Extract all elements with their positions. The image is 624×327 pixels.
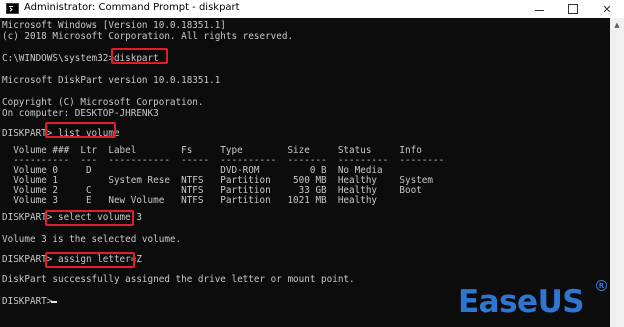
console-line: On computer: DESKTOP-JHRENK3 xyxy=(2,108,159,119)
console-line: (c) 2018 Microsoft Corporation. All righ… xyxy=(2,31,294,42)
highlight-assign-letter-command xyxy=(45,252,135,268)
console-line: Volume 3 is the selected volume. xyxy=(2,234,182,245)
minimize-button[interactable] xyxy=(522,0,556,18)
registered-trademark-icon: R xyxy=(596,280,607,291)
highlight-diskpart-command xyxy=(111,48,168,64)
scroll-up-arrow-icon[interactable]: ▲ xyxy=(610,18,624,32)
easeus-logo-text: EaseUS xyxy=(458,284,585,320)
command-prompt-window: Administrator: Command Prompt - diskpart… xyxy=(0,0,624,327)
highlight-select-volume-command xyxy=(45,210,134,226)
close-button[interactable]: ✕ xyxy=(590,0,624,18)
highlight-list-volume-command xyxy=(45,122,116,138)
minimize-icon xyxy=(534,9,544,11)
maximize-icon xyxy=(568,4,578,14)
title-bar[interactable]: Administrator: Command Prompt - diskpart… xyxy=(0,0,624,19)
window-title: Administrator: Command Prompt - diskpart xyxy=(24,2,240,13)
maximize-button[interactable] xyxy=(556,0,590,18)
close-icon: ✕ xyxy=(602,2,612,16)
console-table-row: Volume 3 E New Volume NTFS Partition 102… xyxy=(2,195,378,206)
console-output[interactable]: Microsoft Windows [Version 10.0.18351.1]… xyxy=(0,18,610,327)
console-prompt: DISKPART> xyxy=(2,296,58,307)
console-line: Microsoft DiskPart version 10.0.18351.1 xyxy=(2,75,221,86)
text-cursor xyxy=(51,301,57,303)
cmd-icon xyxy=(6,3,19,14)
vertical-scrollbar[interactable]: ▲ xyxy=(610,18,624,327)
console-line: DiskPart successfully assigned the drive… xyxy=(2,274,355,285)
easeus-logo: EaseUS xyxy=(458,282,585,322)
